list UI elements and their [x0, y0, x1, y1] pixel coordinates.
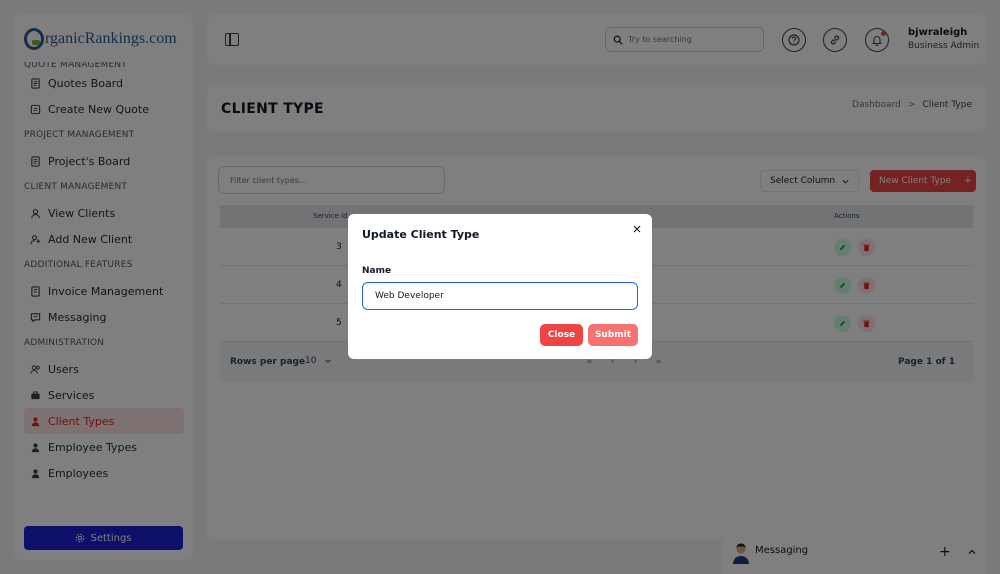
dialog-title: Update Client Type	[362, 228, 480, 241]
close-button[interactable]: Close	[540, 324, 583, 346]
name-label: Name	[362, 266, 392, 276]
close-icon[interactable]	[632, 224, 642, 234]
submit-button[interactable]: Submit	[588, 324, 638, 346]
update-client-type-dialog: Update Client Type Name Close Submit	[348, 214, 652, 359]
name-input[interactable]	[362, 282, 638, 310]
